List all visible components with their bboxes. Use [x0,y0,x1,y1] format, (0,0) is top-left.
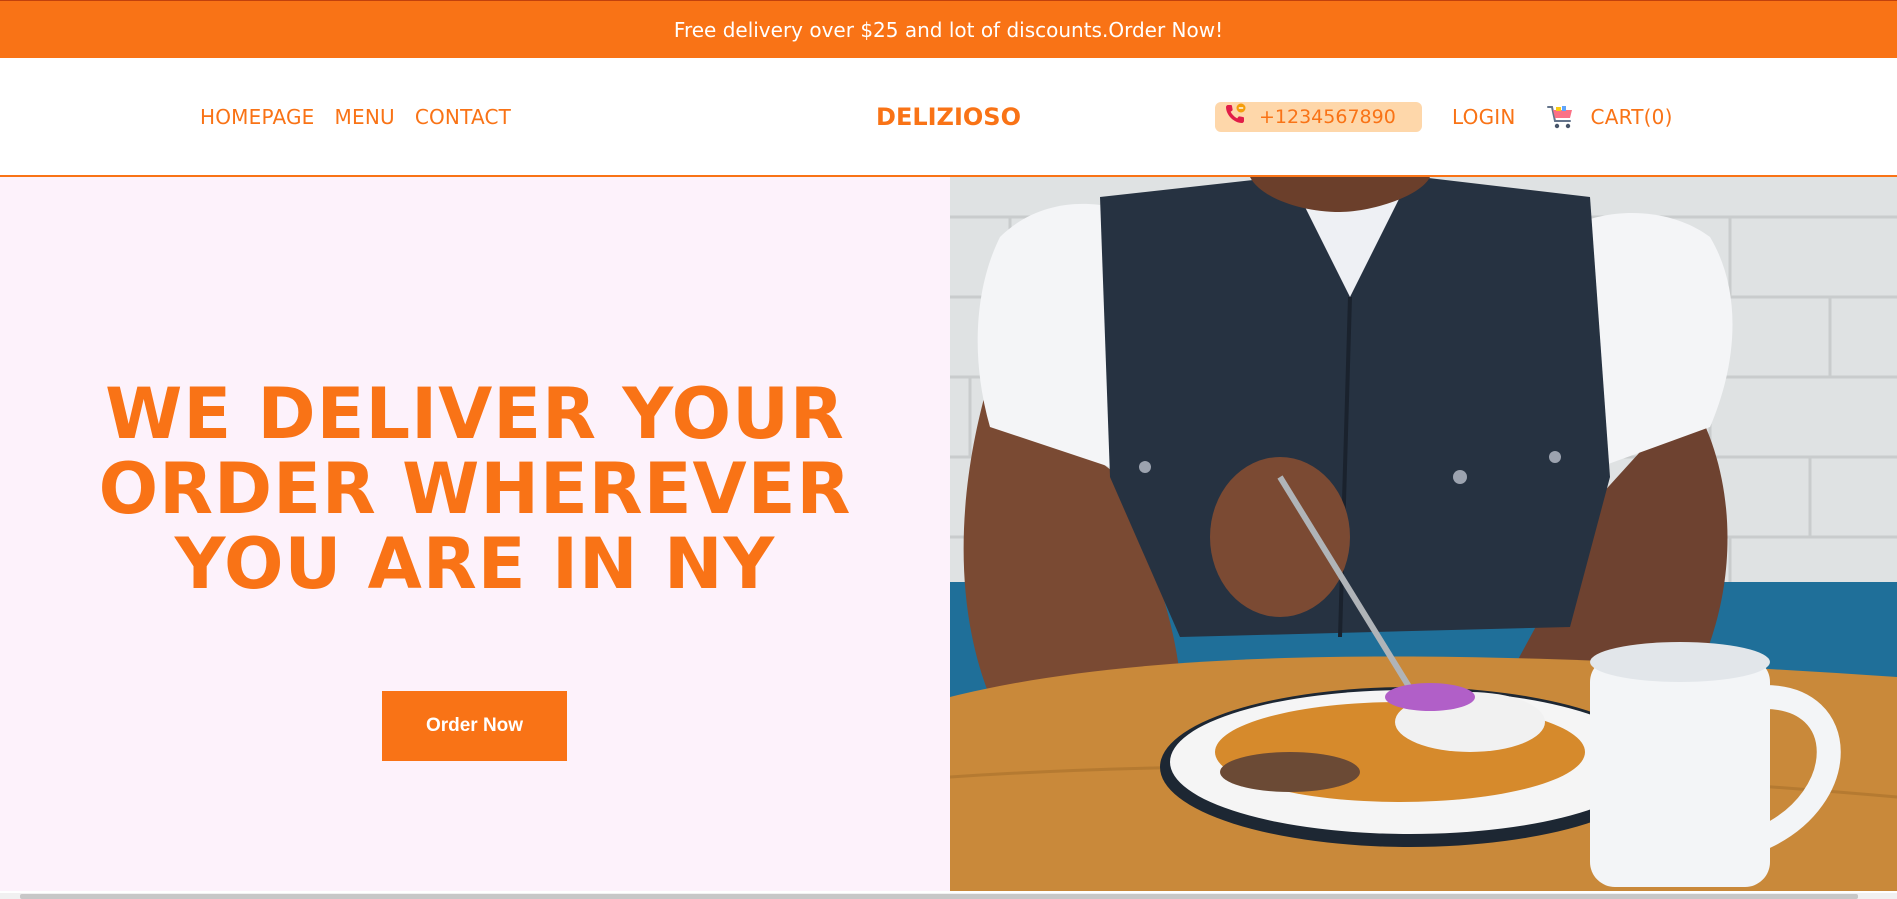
promo-banner: Free delivery over $25 and lot of discou… [0,0,1897,58]
phone-number: +1234567890 [1259,105,1396,128]
hero-headline-line-2: ORDER WHEREVER [98,448,852,530]
order-now-button[interactable]: Order Now [382,691,567,761]
shopping-cart-icon[interactable] [1546,104,1575,130]
horizontal-scrollbar[interactable] [0,893,1897,899]
brand-logo[interactable]: DELIZIOSO [876,103,1021,131]
phone-call-icon [1223,102,1247,131]
phone-pill[interactable]: +1234567890 [1215,101,1422,132]
hero-text-panel: WE DELIVER YOUR ORDER WHEREVER YOU ARE I… [0,177,950,891]
hero-photo-man-eating [950,177,1897,891]
nav-link-contact[interactable]: CONTACT [415,105,511,129]
nav-link-homepage[interactable]: HOMEPAGE [200,105,315,129]
top-navbar: HOMEPAGE MENU CONTACT DELIZIOSO +1234567… [0,58,1897,177]
main-nav: HOMEPAGE MENU CONTACT [200,105,511,129]
hero-headline: WE DELIVER YOUR ORDER WHEREVER YOU ARE I… [0,377,950,602]
nav-link-menu[interactable]: MENU [335,105,395,129]
hero-headline-line-3: YOU ARE IN NY [174,523,776,605]
hero-section: WE DELIVER YOUR ORDER WHEREVER YOU ARE I… [0,177,1897,891]
hero-photo-illustration [950,177,1897,891]
promo-text: Free delivery over $25 and lot of discou… [673,17,1224,42]
hero-headline-line-1: WE DELIVER YOUR [105,373,845,455]
scrollbar-thumb[interactable] [20,894,1858,899]
login-link[interactable]: LOGIN [1452,105,1516,129]
cart-link[interactable]: CART(0) [1591,105,1673,129]
nav-actions: +1234567890 LOGIN CART(0) [1215,101,1673,132]
